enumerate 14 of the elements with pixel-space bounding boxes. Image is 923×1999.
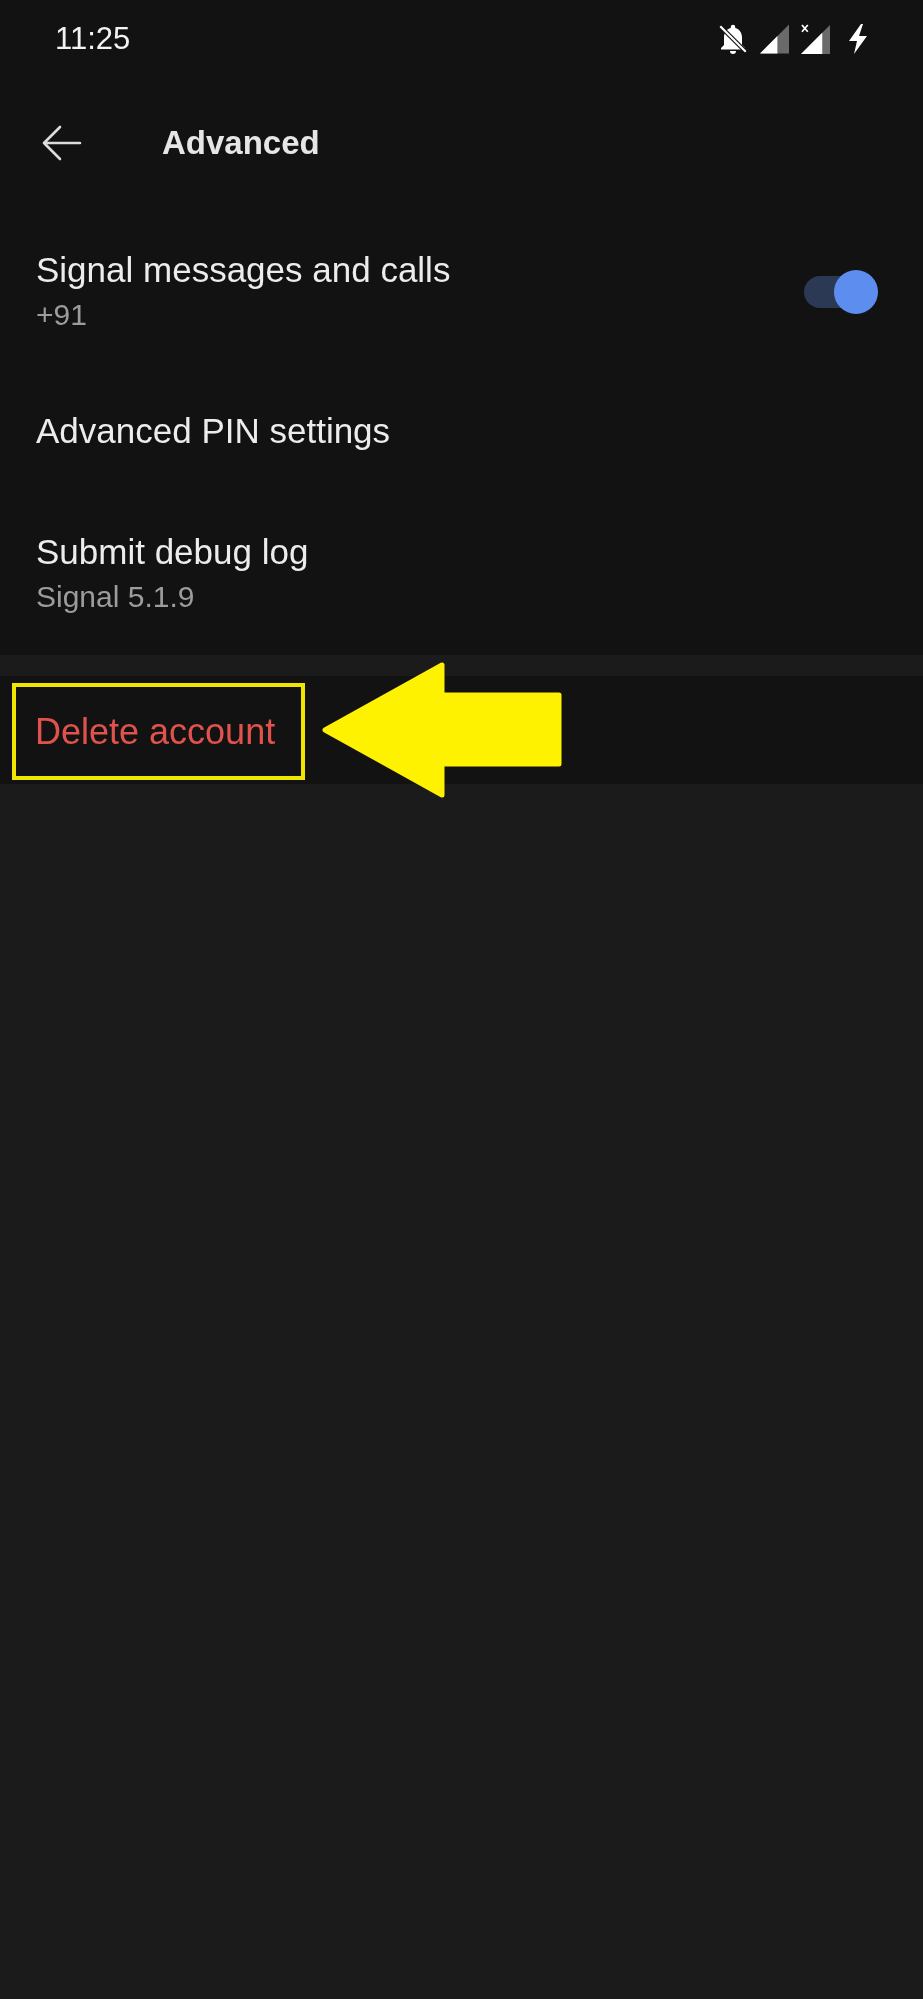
setting-title[interactable]: Signal messages and calls [36,249,451,291]
screen-title: Advanced [162,123,320,163]
status-time: 11:25 [55,21,131,57]
setting-summary: Signal 5.1.9 [36,579,195,615]
signal-icon [760,24,789,54]
back-arrow-icon[interactable] [42,125,82,161]
setting-title[interactable]: Submit debug log [36,531,309,573]
signal-icon [801,24,830,54]
setting-summary: +91 [36,297,87,333]
bell-muted-icon [718,24,748,54]
toggle-switch[interactable] [804,269,878,314]
charging-bolt-icon [848,24,868,54]
setting-title[interactable]: Advanced PIN settings [36,410,391,452]
delete-account-option[interactable]: Delete account [35,710,276,753]
